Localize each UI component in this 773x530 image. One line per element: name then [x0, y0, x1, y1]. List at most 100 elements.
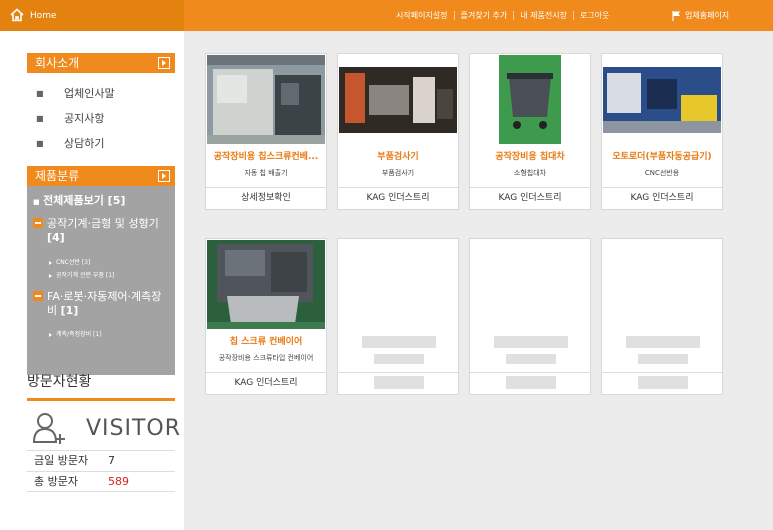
top-bar: Home 시작페이지설정 즐겨찾기 추가 내 제품전시장 로그아웃 업체홈페이지 — [0, 0, 773, 31]
product-card[interactable]: 부품검사기 부품검사기 KAG 인더스트리 — [337, 53, 459, 210]
company-homepage-label: 업체홈페이지 — [685, 11, 730, 20]
home-label: Home — [30, 10, 57, 21]
category-label: 전체제품보기 [5] — [43, 194, 126, 207]
category-count: [4] — [47, 231, 65, 244]
placeholder-bar — [638, 376, 688, 389]
card-divider — [338, 372, 458, 373]
subcategory-label: 계측/측정장비 [1] — [56, 331, 102, 338]
subcategory-measurement[interactable]: 계측/측정장비 [1] — [49, 329, 102, 338]
visitor-today-row: 금일 방문자 7 — [27, 450, 175, 471]
placeholder-bar — [506, 376, 556, 389]
collapse-icon[interactable] — [33, 291, 43, 301]
menu-item-notice[interactable]: ■ 공지사항 — [36, 112, 115, 137]
arrow-box-icon[interactable] — [158, 57, 170, 69]
visitor-divider — [27, 398, 175, 401]
category-section-header[interactable]: 제품분류 — [27, 166, 175, 186]
subcategory-cnc-lathe[interactable]: CNC선반 [3] — [49, 257, 90, 266]
category-machine-tools[interactable]: 공작기계·금형 및 성형기 [4] — [33, 217, 171, 245]
placeholder-bar — [638, 354, 688, 364]
menu-item-label: 업체인사말 — [64, 87, 115, 100]
product-title[interactable]: 부품검사기 — [338, 149, 458, 162]
product-card[interactable]: 공작장비용 칩대차 소형칩대차 KAG 인더스트리 — [469, 53, 591, 210]
company-section-header[interactable]: 회사소개 — [27, 53, 175, 73]
product-photo[interactable] — [603, 55, 721, 144]
product-photo[interactable] — [207, 55, 325, 144]
product-subtitle: 자동 칩 배출기 — [244, 169, 288, 177]
category-label: 공작기계·금형 및 성형기 — [47, 217, 159, 230]
product-subtitle: 공작장비용 스크류타입 컨베이어 — [218, 354, 314, 362]
triangle-icon — [49, 273, 52, 278]
product-photo[interactable] — [339, 55, 457, 144]
category-list: ■ 전체제품보기 [5] 공작기계·금형 및 성형기 [4] CNC선반 [3]… — [27, 186, 175, 375]
triangle-icon — [49, 260, 52, 265]
product-card[interactable]: 오토로더(부품자동공급기) CNC선반용 KAG 인더스트리 — [601, 53, 723, 210]
visitor-title: 방문자현황 — [27, 374, 92, 390]
visitor-total-value: 589 — [108, 475, 129, 488]
product-footer[interactable]: KAG 인더스트리 — [602, 187, 722, 209]
nav-add-favorite[interactable]: 즐겨찾기 추가 — [455, 9, 514, 22]
nav-my-showroom[interactable]: 내 제품전시장 — [514, 9, 573, 22]
menu-item-label: 공지사항 — [64, 112, 105, 125]
product-photo[interactable] — [207, 240, 325, 329]
visitor-today-label: 금일 방문자 — [34, 454, 89, 467]
product-title[interactable]: 오토로더(부품자동공급기) — [602, 149, 722, 162]
home-link[interactable]: Home — [0, 0, 184, 31]
placeholder-bar — [374, 354, 424, 364]
product-subtitle: 부품검사기 — [381, 169, 415, 177]
category-label: FA·로봇·자동제어·계측장 — [47, 290, 162, 303]
placeholder-bar — [374, 376, 424, 389]
product-footer[interactable]: KAG 인더스트리 — [338, 187, 458, 209]
visitor-total-row: 총 방문자 589 — [27, 471, 175, 492]
company-menu: ■ 업체인사말 ■ 공지사항 ■ 상담하기 — [36, 87, 115, 162]
company-homepage-link[interactable]: 업체홈페이지 — [672, 9, 729, 22]
subcategory-label: CNC선반 [3] — [56, 259, 91, 266]
product-footer[interactable]: 상세정보확인 — [206, 187, 326, 209]
empty-card — [469, 238, 591, 395]
subcategory-machine-parts[interactable]: 공작기계 관련 부품 [1] — [49, 270, 114, 279]
nav-set-startpage[interactable]: 시작페이지설정 — [390, 9, 454, 22]
top-nav: 시작페이지설정 즐겨찾기 추가 내 제품전시장 로그아웃 — [390, 9, 615, 22]
visitor-today-value: 7 — [108, 454, 115, 467]
placeholder-bar — [362, 336, 436, 348]
menu-item-greeting[interactable]: ■ 업체인사말 — [36, 87, 115, 112]
left-sidebar: 회사소개 ■ 업체인사말 ■ 공지사항 ■ 상담하기 제품분류 ■ 전체제품보기 [5… — [0, 31, 184, 530]
bullet-icon: ■ — [36, 139, 44, 148]
arrow-box-icon[interactable] — [158, 170, 170, 182]
card-divider — [470, 372, 590, 373]
menu-item-consult[interactable]: ■ 상담하기 — [36, 137, 115, 162]
product-footer[interactable]: KAG 인더스트리 — [206, 372, 326, 394]
collapse-icon[interactable] — [33, 218, 43, 228]
company-section-title: 회사소개 — [35, 56, 80, 70]
product-footer[interactable]: KAG 인더스트리 — [470, 187, 590, 209]
empty-card — [601, 238, 723, 395]
subcategory-label: 공작기계 관련 부품 [1] — [56, 272, 115, 279]
placeholder-bar — [626, 336, 700, 348]
placeholder-bar — [494, 336, 568, 348]
bullet-icon: ■ — [36, 114, 44, 123]
product-title[interactable]: 공작장비용 칩스크류컨베... — [206, 149, 326, 162]
category-all-products[interactable]: ■ 전체제품보기 [5] — [33, 194, 125, 209]
product-title[interactable]: 공작장비용 칩대차 — [470, 149, 590, 162]
product-card[interactable]: 공작장비용 칩스크류컨베... 자동 칩 배출기 상세정보확인 — [205, 53, 327, 210]
category-label-cont: 비 — [47, 304, 58, 317]
product-title[interactable]: 칩 스크류 컨베이어 — [206, 334, 326, 347]
visitor-word: VISITOR — [86, 416, 182, 441]
card-divider — [602, 372, 722, 373]
category-count: [1] — [60, 304, 79, 317]
triangle-icon — [49, 332, 52, 337]
category-section-title: 제품분류 — [35, 169, 80, 183]
nav-logout[interactable]: 로그아웃 — [574, 9, 615, 22]
bullet-icon: ■ — [36, 89, 44, 98]
menu-item-label: 상담하기 — [64, 137, 105, 150]
product-card[interactable]: 칩 스크류 컨베이어 공작장비용 스크류타입 컨베이어 KAG 인더스트리 — [205, 238, 327, 395]
flag-icon — [672, 10, 680, 21]
product-subtitle: 소형칩대차 — [513, 169, 547, 177]
user-add-icon — [32, 413, 65, 444]
bullet-icon: ■ — [33, 198, 40, 206]
category-fa-robot[interactable]: FA·로봇·자동제어·계측장 비 [1] — [33, 290, 171, 318]
home-icon — [10, 8, 24, 22]
empty-card — [337, 238, 459, 395]
placeholder-bar — [506, 354, 556, 364]
visitor-total-label: 총 방문자 — [34, 475, 78, 488]
product-photo[interactable] — [471, 55, 589, 144]
